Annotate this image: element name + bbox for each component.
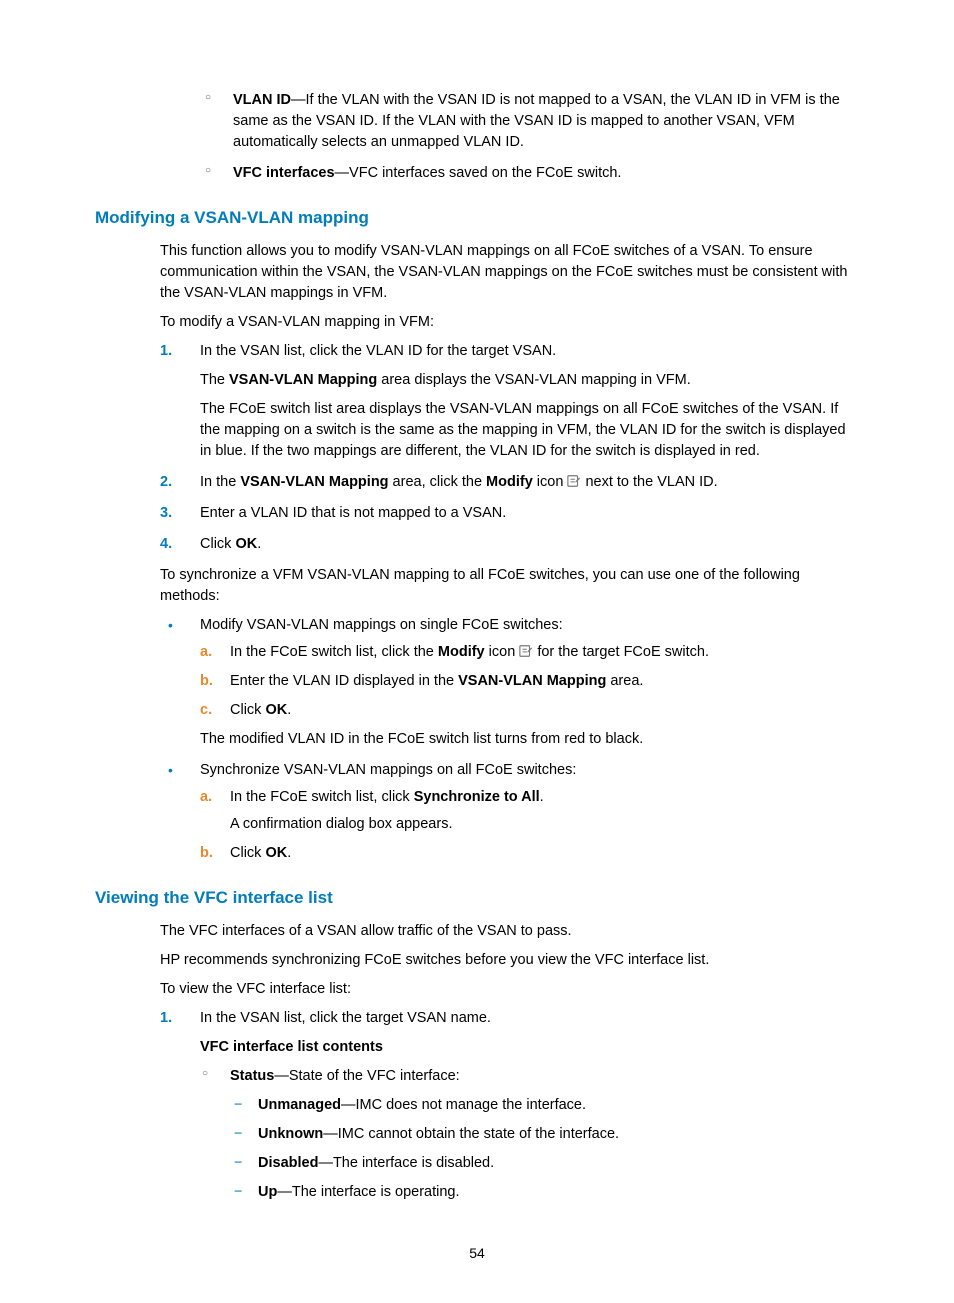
step-marker: 3. [160,503,172,524]
substep-b: b. Click OK. [200,843,859,864]
state-unmanaged: Unmanaged—IMC does not manage the interf… [230,1095,859,1116]
paragraph: To synchronize a VFM VSAN-VLAN mapping t… [160,565,859,607]
method-all-steps: a. In the FCoE switch list, click Synchr… [200,787,859,864]
contents-head: VFC interface list contents [200,1037,859,1058]
state-unknown: Unknown—IMC cannot obtain the state of t… [230,1124,859,1145]
state-disabled: Disabled—The interface is disabled. [230,1153,859,1174]
page-number: 54 [95,1243,859,1263]
paragraph: To modify a VSAN-VLAN mapping in VFM: [160,312,859,333]
heading-viewing: Viewing the VFC interface list [95,886,859,911]
substep-a: a. In the FCoE switch list, click the Mo… [200,642,859,663]
step-marker: 2. [160,472,172,493]
step-sub: The FCoE switch list area displays the V… [200,399,859,462]
step-1: 1. In the VSAN list, click the VLAN ID f… [160,341,859,462]
substep-note: A confirmation dialog box appears. [230,814,859,835]
method-single-steps: a. In the FCoE switch list, click the Mo… [200,642,859,721]
step-text: In the VSAN list, click the VLAN ID for … [200,343,556,359]
page-content: VLAN ID—If the VLAN with the VSAN ID is … [0,0,954,1303]
substep-b: b. Enter the VLAN ID displayed in the VS… [200,671,859,692]
paragraph: This function allows you to modify VSAN-… [160,241,859,304]
viewing-body: The VFC interfaces of a VSAN allow traff… [160,921,859,1203]
step-text: In the VSAN list, click the target VSAN … [200,1010,491,1026]
bullet-vlan-id: VLAN ID—If the VLAN with the VSAN ID is … [203,90,859,153]
step-text: Enter a VLAN ID that is not mapped to a … [200,505,506,521]
paragraph: The VFC interfaces of a VSAN allow traff… [160,921,859,942]
lead: Synchronize VSAN-VLAN mappings on all FC… [200,762,576,778]
modifying-body: This function allows you to modify VSAN-… [160,241,859,864]
method-all: Synchronize VSAN-VLAN mappings on all FC… [160,760,859,864]
lead: Modify VSAN-VLAN mappings on single FCoE… [200,617,563,633]
step-sub: The VSAN-VLAN Mapping area displays the … [200,370,859,391]
substep-a: a. In the FCoE switch list, click Synchr… [200,787,859,835]
step-1: 1. In the VSAN list, click the target VS… [160,1008,859,1203]
step-marker: 4. [160,534,172,555]
step-2: 2. In the VSAN-VLAN Mapping area, click … [160,472,859,493]
bullet-vfc-interfaces: VFC interfaces—VFC interfaces saved on t… [203,163,859,184]
intro-bullets: VLAN ID—If the VLAN with the VSAN ID is … [203,90,859,184]
method-single: Modify VSAN-VLAN mappings on single FCoE… [160,615,859,750]
modify-steps: 1. In the VSAN list, click the VLAN ID f… [160,341,859,555]
modify-icon [567,474,581,488]
modify-icon [519,644,533,658]
text: —If the VLAN with the VSAN ID is not map… [233,92,840,150]
heading-modifying: Modifying a VSAN-VLAN mapping [95,206,859,231]
term: VLAN ID [233,92,291,108]
paragraph: HP recommends synchronizing FCoE switche… [160,950,859,971]
method-footer: The modified VLAN ID in the FCoE switch … [200,729,859,750]
contents-list: Status—State of the VFC interface: Unman… [200,1066,859,1203]
view-steps: 1. In the VSAN list, click the target VS… [160,1008,859,1203]
state-up: Up—The interface is operating. [230,1182,859,1203]
step-3: 3. Enter a VLAN ID that is not mapped to… [160,503,859,524]
text: —VFC interfaces saved on the FCoE switch… [335,165,622,181]
step-marker: 1. [160,1008,172,1029]
step-marker: 1. [160,341,172,362]
paragraph: To view the VFC interface list: [160,979,859,1000]
sync-methods: Modify VSAN-VLAN mappings on single FCoE… [160,615,859,864]
term: VFC interfaces [233,165,335,181]
substep-c: c. Click OK. [200,700,859,721]
states-list: Unmanaged—IMC does not manage the interf… [230,1095,859,1203]
status-item: Status—State of the VFC interface: Unman… [200,1066,859,1203]
step-4: 4. Click OK. [160,534,859,555]
